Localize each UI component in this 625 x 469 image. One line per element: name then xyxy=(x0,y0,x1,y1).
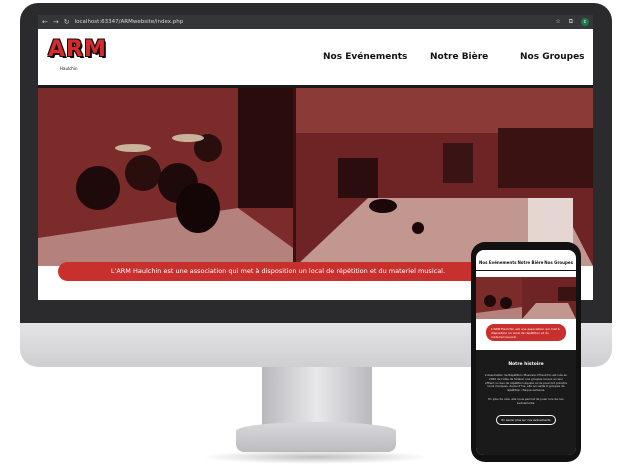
star-icon[interactable]: ☆ xyxy=(555,18,560,26)
history-paragraph-1: L'Association de Répétition Musicale d'H… xyxy=(484,373,568,393)
mobile-hero-image xyxy=(476,277,576,319)
extensions-icon[interactable]: ⧉ xyxy=(569,18,573,26)
nav-beer[interactable]: Notre Bière xyxy=(430,52,488,62)
imac-stand-foot xyxy=(236,422,396,452)
site-header: ARM Haulchin Nos Evénements Notre Bière … xyxy=(38,29,593,88)
nav-groups[interactable]: Nos Groupes xyxy=(520,52,585,62)
hero-image xyxy=(38,88,593,266)
imac-stand-neck xyxy=(262,367,372,425)
phone-screen: Nos Evénements Notre Bière Nos Groupes L… xyxy=(476,250,576,455)
mobile-intro-banner: L'ARM Haulchin est une association qui m… xyxy=(486,324,566,341)
mobile-nav-events[interactable]: Nos Evénements xyxy=(479,260,517,265)
address-bar[interactable]: localhost:63347/ARMwebsite/index.php xyxy=(75,19,184,25)
forward-icon[interactable]: → xyxy=(53,15,59,29)
mobile-hero-photo-illustration xyxy=(476,277,576,319)
profile-avatar[interactable]: c xyxy=(581,18,589,26)
history-paragraph-2: En plus de cela, elle nous permet de jou… xyxy=(488,396,564,405)
reload-icon[interactable]: ↻ xyxy=(64,15,70,29)
intro-banner: L'ARM Haulchin est une association qui m… xyxy=(58,262,498,281)
mobile-header-divider xyxy=(476,270,576,271)
browser-toolbar: ← → ↻ localhost:63347/ARMwebsite/index.p… xyxy=(38,15,593,29)
logo-subtitle: Haulchin xyxy=(60,66,78,71)
hero-photo-illustration xyxy=(38,88,593,266)
browser-actions: ☆ ⧉ c xyxy=(555,18,589,26)
back-icon[interactable]: ← xyxy=(42,15,48,29)
imac-shadow xyxy=(200,450,430,464)
mobile-nav: Nos Evénements Notre Bière Nos Groupes xyxy=(476,250,576,265)
history-section: Notre histoire L'Association de Répétiti… xyxy=(476,350,576,455)
mobile-nav-beer[interactable]: Notre Bière xyxy=(517,260,543,265)
mobile-nav-groups[interactable]: Nos Groupes xyxy=(544,260,573,265)
logo[interactable]: ARM xyxy=(48,37,107,62)
events-more-button[interactable]: En savoir plus sur nos événements xyxy=(495,414,557,425)
nav-events[interactable]: Nos Evénements xyxy=(323,52,407,62)
history-title: Notre histoire xyxy=(508,362,544,367)
